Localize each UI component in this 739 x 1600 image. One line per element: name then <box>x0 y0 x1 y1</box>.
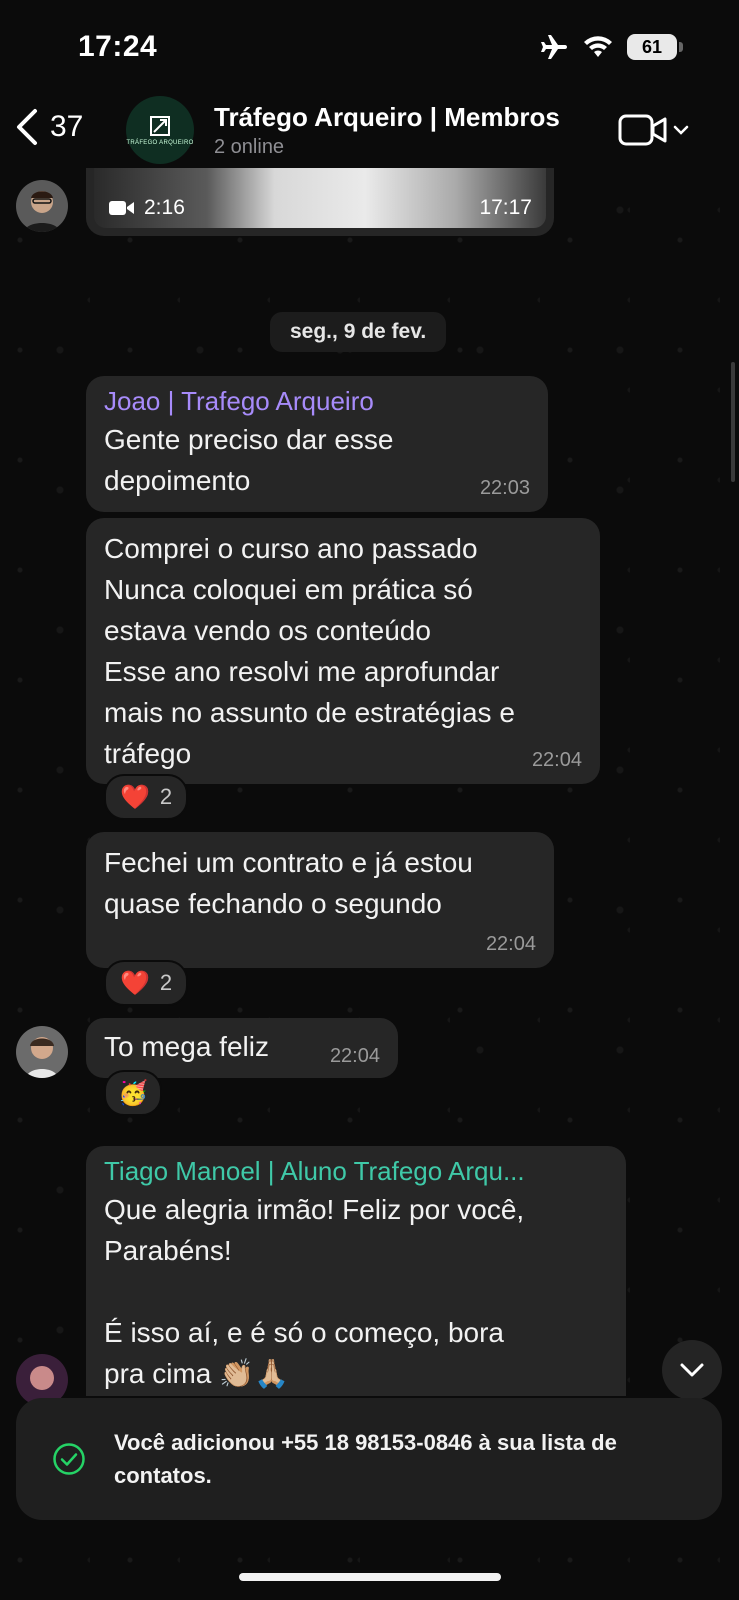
avatar-image <box>16 1026 68 1078</box>
scroll-indicator[interactable] <box>731 362 735 482</box>
message-text: Fechei um contrato e já estou quase fech… <box>104 847 473 919</box>
video-time: 17:17 <box>479 196 532 219</box>
toast-message: Você adicionou +55 18 98153-0846 à sua l… <box>114 1430 617 1488</box>
date-separator: seg., 9 de fev. <box>270 312 447 352</box>
chevron-down-icon <box>673 125 689 135</box>
scroll-to-bottom-button[interactable] <box>662 1340 722 1400</box>
chevron-left-icon <box>17 109 37 145</box>
message-text: Que alegria irmão! Feliz por você, Parab… <box>104 1194 525 1389</box>
sender-avatar[interactable] <box>16 180 68 232</box>
video-duration: 2:16 <box>108 196 185 220</box>
video-message[interactable]: 2:16 17:17 <box>86 168 554 236</box>
status-icons: 61 <box>539 34 683 60</box>
battery-indicator: 61 <box>627 34 683 60</box>
message-list[interactable]: 2:16 17:17 seg., 9 de fev. Joao | Trafeg… <box>0 168 739 1600</box>
status-bar: 17:24 61 <box>0 0 739 90</box>
message-sender[interactable]: Joao | Trafego Arqueiro <box>104 386 530 417</box>
group-online-status: 2 online <box>214 136 285 158</box>
avatar-image <box>16 180 68 232</box>
message-time: 22:03 <box>479 477 530 499</box>
unread-chats-count: 37 <box>50 110 84 143</box>
video-thumbnail: 2:16 17:17 <box>94 168 546 228</box>
battery-level: 61 <box>641 36 663 57</box>
message-time: 22:04 <box>531 749 582 771</box>
back-button[interactable]: 37 <box>14 108 83 146</box>
message-time: 22:04 <box>485 933 536 955</box>
chevron-down-icon <box>680 1363 704 1377</box>
reaction-count: 2 <box>159 970 173 995</box>
message-bubble[interactable]: Comprei o curso ano passado Nunca coloqu… <box>86 518 600 784</box>
message-bubble[interactable]: Fechei um contrato e já estou quase fech… <box>86 832 554 968</box>
message-reaction[interactable]: 🥳 <box>104 1070 162 1116</box>
status-time: 17:24 <box>78 30 158 63</box>
message-bubble[interactable]: To mega feliz 22:04 <box>86 1018 398 1078</box>
message-text: Comprei o curso ano passado Nunca coloqu… <box>104 533 515 769</box>
group-name[interactable]: Tráfego Arqueiro | Membros <box>214 102 560 133</box>
sender-avatar[interactable] <box>16 1026 68 1078</box>
check-circle-icon <box>53 1443 85 1475</box>
home-indicator[interactable] <box>239 1573 501 1581</box>
group-avatar[interactable]: TRÁFEGO ARQUEIRO <box>126 96 194 164</box>
airplane-icon <box>541 35 567 59</box>
message-text: Gente preciso dar esse depoimento <box>104 424 394 496</box>
reaction-emoji: ❤️ <box>120 783 150 811</box>
video-duration-text: 2:16 <box>144 196 185 219</box>
contact-added-toast[interactable]: Você adicionou +55 18 98153-0846 à sua l… <box>16 1398 722 1520</box>
reaction-emoji: 🥳 <box>118 1079 148 1107</box>
wifi-icon <box>584 36 612 57</box>
video-camera-icon <box>618 114 667 146</box>
chat-header: 37 TRÁFEGO ARQUEIRO Tráfego Arqueiro | M… <box>0 90 739 172</box>
reaction-emoji: ❤️ <box>120 969 150 997</box>
message-reaction[interactable]: ❤️ 2 <box>104 960 189 1006</box>
message-time: 22:04 <box>329 1045 380 1067</box>
group-avatar-text: TRÁFEGO ARQUEIRO <box>126 139 194 146</box>
reaction-count: 2 <box>159 784 173 809</box>
logo-icon <box>150 115 170 136</box>
message-reaction[interactable]: ❤️ 2 <box>104 774 189 820</box>
message-bubble[interactable]: Tiago Manoel | Aluno Trafego Arqu... Que… <box>86 1146 626 1396</box>
video-icon <box>109 201 134 215</box>
video-call-button[interactable] <box>617 112 689 148</box>
message-sender[interactable]: Tiago Manoel | Aluno Trafego Arqu... <box>104 1156 608 1187</box>
message-bubble[interactable]: Joao | Trafego Arqueiro Gente preciso da… <box>86 376 548 512</box>
